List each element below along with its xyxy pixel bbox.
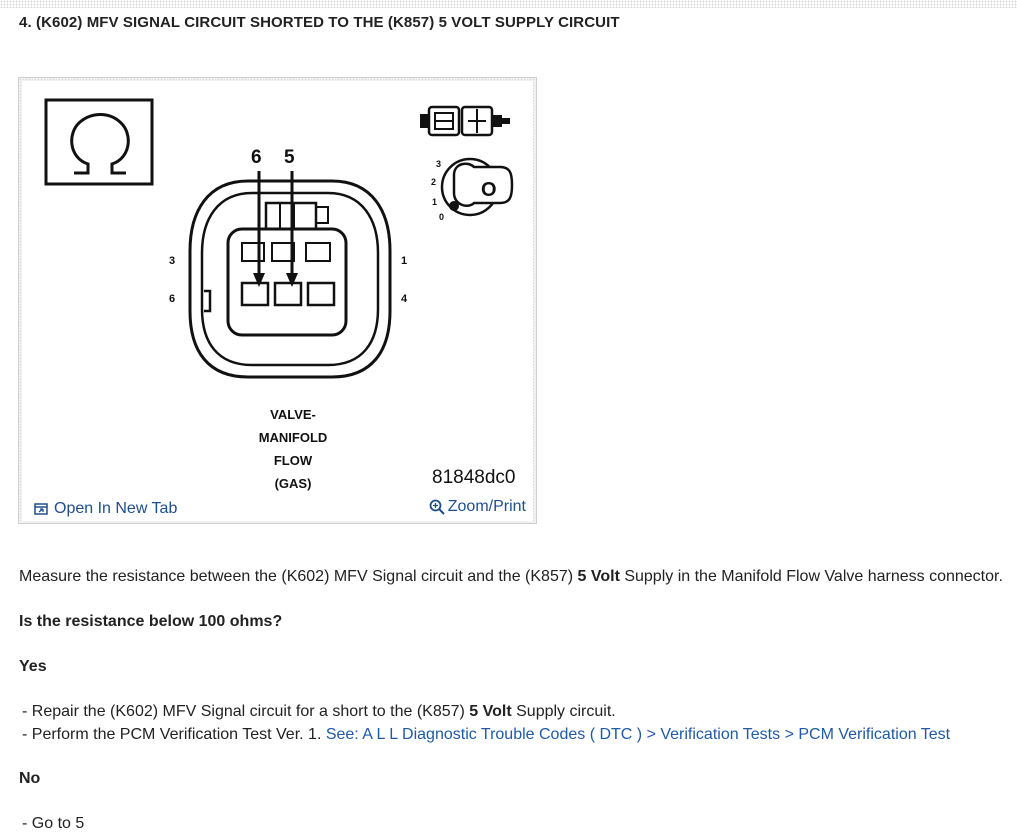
pin-label-6: 6 xyxy=(251,147,262,168)
key-pos-0: 0 xyxy=(439,212,444,222)
diagram-image: 3 2 1 0 O 6 5 3 6 1 4 VALVE- MANIFOLD FL… xyxy=(22,81,533,519)
zoom-print-link[interactable]: Zoom/Print xyxy=(429,498,526,516)
ohmmeter-icon xyxy=(44,98,154,186)
diagram-figure: 3 2 1 0 O 6 5 3 6 1 4 VALVE- MANIFOLD FL… xyxy=(18,77,537,524)
yes-item-repair: - Repair the (K602) MFV Signal circuit f… xyxy=(22,703,616,720)
key-letter: O xyxy=(481,179,497,201)
ignition-key-icon: 3 2 1 0 O xyxy=(431,157,514,222)
pin-label-4: 4 xyxy=(401,293,408,305)
open-new-tab-label: Open In New Tab xyxy=(54,500,178,517)
open-new-tab-link[interactable]: Open In New Tab xyxy=(34,500,177,518)
harness-connector xyxy=(188,171,392,379)
question-text: Is the resistance below 100 ohms? xyxy=(19,613,283,630)
no-heading: No xyxy=(19,770,41,787)
pin-label-1: 1 xyxy=(401,255,407,267)
connector-diagram: 3 2 1 0 O 6 5 3 6 1 4 VALVE- MANIFOLD FL… xyxy=(44,98,514,491)
component-label-line3: FLOW xyxy=(274,453,313,468)
key-pos-2: 2 xyxy=(431,177,436,187)
step-title: 4. (K602) MFV SIGNAL CIRCUIT SHORTED TO … xyxy=(19,14,620,31)
figure-toolbar: Open In New Tab Zoom/Print xyxy=(22,493,533,521)
component-label-line4: (GAS) xyxy=(275,476,312,491)
yes-item-verify: - Perform the PCM Verification Test Ver.… xyxy=(22,726,951,743)
pin-label-5: 5 xyxy=(284,147,295,168)
top-dotted-border xyxy=(0,0,1017,8)
pin-label-6-side: 6 xyxy=(169,293,175,305)
measure-instruction: Measure the resistance between the (K602… xyxy=(19,568,1003,585)
no-item-goto: - Go to 5 xyxy=(22,815,85,832)
yes-heading: Yes xyxy=(19,658,47,675)
component-label-line1: VALVE- xyxy=(270,407,316,422)
figure-code: 81848dc0 xyxy=(432,467,516,488)
key-pos-3: 3 xyxy=(436,159,441,169)
connector-icon xyxy=(420,105,510,137)
zoom-print-label: Zoom/Print xyxy=(447,498,526,515)
pin-label-3: 3 xyxy=(169,255,175,267)
key-pos-1: 1 xyxy=(432,197,437,207)
pcm-verification-test-link[interactable]: See: A L L Diagnostic Trouble Codes ( DT… xyxy=(326,726,950,743)
component-label-line2: MANIFOLD xyxy=(259,430,328,445)
open-tab-icon xyxy=(34,502,48,516)
magnifier-icon xyxy=(429,499,445,515)
